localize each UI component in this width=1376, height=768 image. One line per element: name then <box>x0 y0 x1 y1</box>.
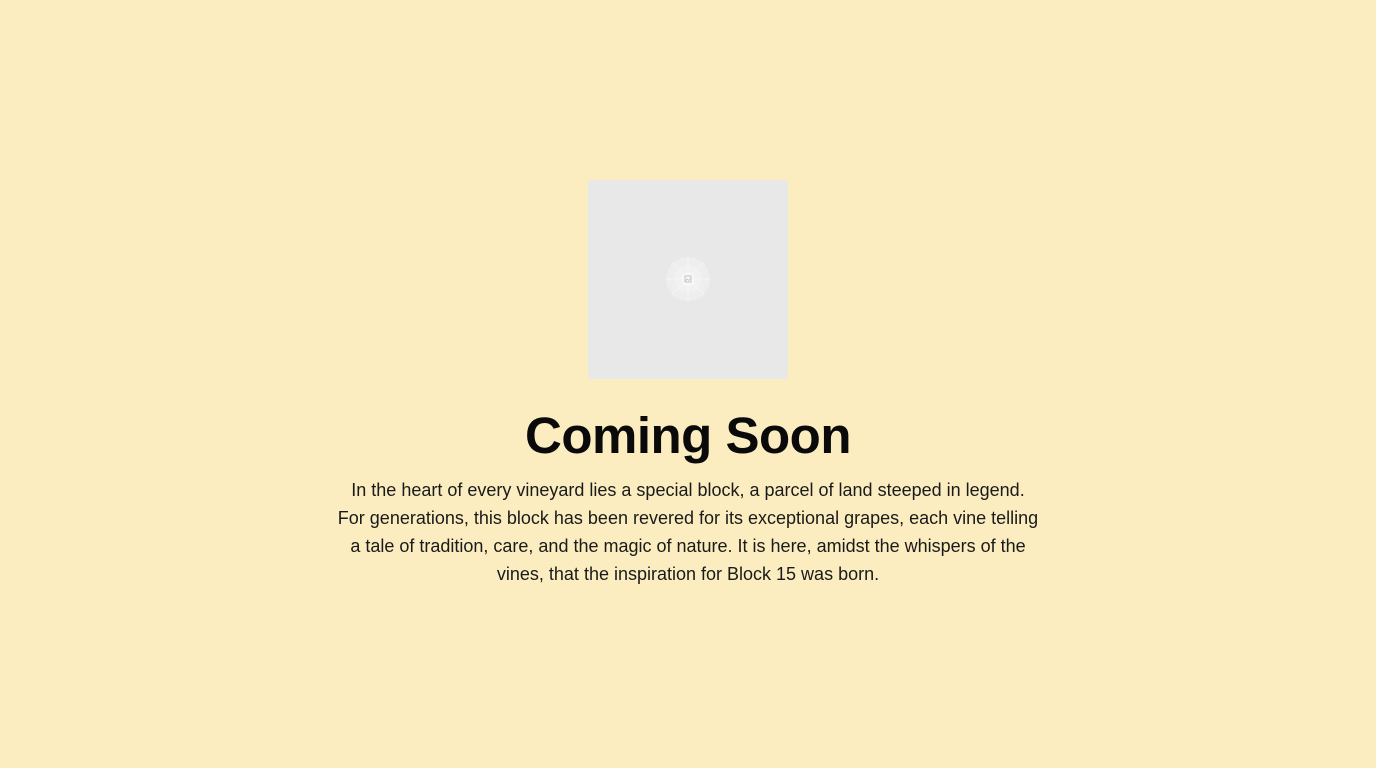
image-placeholder-icon <box>666 257 710 301</box>
hero-image-placeholder <box>588 180 788 379</box>
coming-soon-page: Coming Soon In the heart of every vineya… <box>0 0 1376 768</box>
page-title: Coming Soon <box>525 407 851 464</box>
intro-paragraph: In the heart of every vineyard lies a sp… <box>337 480 1039 584</box>
